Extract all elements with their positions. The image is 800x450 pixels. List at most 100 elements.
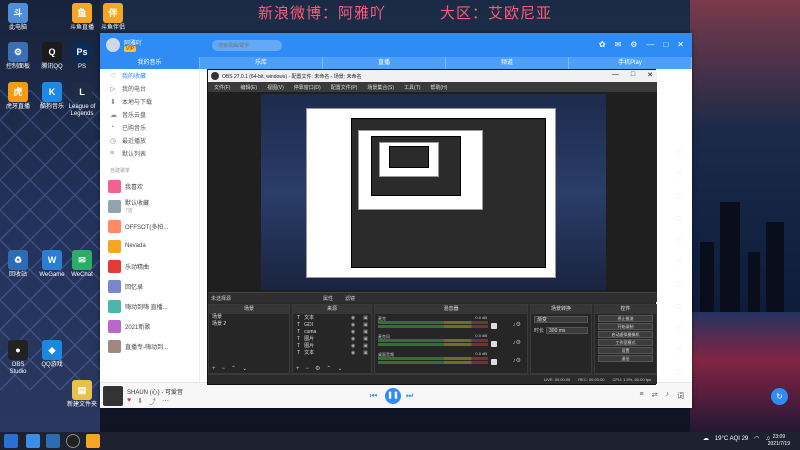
clock[interactable]: 23:09 2021/7/19 <box>768 434 790 448</box>
search-input[interactable] <box>212 40 282 51</box>
player-tool-icon[interactable]: 词 <box>677 391 684 401</box>
sidebar-item[interactable]: ◷ 最近播放 <box>100 134 199 147</box>
obs-menu-item[interactable]: 文件(F) <box>214 84 230 91</box>
preview-frame[interactable] <box>261 94 606 290</box>
next-icon[interactable]: ⏭ <box>406 391 413 401</box>
obs-menu-item[interactable]: 视图(V) <box>267 84 284 91</box>
desktop-icon[interactable]: 斗此电脑 <box>3 3 33 32</box>
playlist-item[interactable]: 乐动精曲 <box>100 256 199 276</box>
playlist-item[interactable]: 嗨动到嗨 直播... <box>100 296 199 316</box>
more-icon[interactable]: ⋯ <box>162 397 169 407</box>
floating-action-button[interactable]: ↻ <box>771 388 788 405</box>
filters-button[interactable]: 滤镜 <box>345 295 355 302</box>
down-icon[interactable]: ⌄ <box>337 365 342 372</box>
pause-button[interactable]: ❚❚ <box>385 388 401 404</box>
start-icon[interactable] <box>4 434 18 448</box>
explorer-icon[interactable] <box>46 434 60 448</box>
close-icon[interactable]: ✕ <box>677 40 684 49</box>
speaker-icon[interactable]: ♪⚙ <box>513 357 521 364</box>
transition-select[interactable]: 渐变 <box>534 316 588 323</box>
down-icon[interactable]: ⌄ <box>242 365 247 372</box>
sidebar-item[interactable]: ☁ 音乐云盘 <box>100 108 199 121</box>
sidebar-item[interactable]: ⬇ 本地与下载 <box>100 95 199 108</box>
weather-text[interactable]: 19°C AQI 29 <box>715 436 748 442</box>
add-icon[interactable]: + <box>212 366 216 372</box>
lock-icon[interactable]: ▣ <box>363 343 368 349</box>
eye-icon[interactable]: ◉ <box>351 336 355 342</box>
sidebar-item[interactable]: ▷ 我的电台 <box>100 82 199 95</box>
obs-taskbar-icon[interactable] <box>66 434 80 448</box>
eye-icon[interactable]: ◉ <box>351 322 355 328</box>
heart-outline-icon[interactable]: ♡ <box>676 171 682 179</box>
desktop-icon[interactable]: ▤ 新建文件夹 <box>67 380 97 409</box>
scene-item[interactable]: 场景 <box>209 314 289 321</box>
player-tool-icon[interactable]: ⇄ <box>652 391 658 401</box>
share-icon[interactable]: ⤴ <box>149 397 156 407</box>
minimize-icon[interactable]: — <box>612 71 619 79</box>
speaker-icon[interactable]: ♪⚙ <box>513 339 521 346</box>
avatar[interactable] <box>106 38 120 52</box>
add-icon[interactable]: + <box>296 366 300 372</box>
source-item[interactable]: T 文本 ◉ ▣ <box>293 314 371 322</box>
heart-outline-icon[interactable]: ♡ <box>676 193 682 201</box>
desktop-icon[interactable]: K 酷狗音乐 <box>37 82 67 111</box>
lock-icon[interactable]: ▣ <box>363 329 368 335</box>
lock-icon[interactable]: ▣ <box>363 350 368 356</box>
previous-icon[interactable]: ⏮ <box>370 391 377 401</box>
desktop-icon[interactable]: Q 腾讯QQ <box>37 42 67 71</box>
playlist-item[interactable]: 我喜欢 <box>100 176 199 196</box>
sidebar-item[interactable]: ◔ 已购音乐 <box>100 121 199 134</box>
minimize-icon[interactable]: — <box>646 40 654 49</box>
obs-menu-item[interactable]: 配置文件(P) <box>331 84 358 91</box>
lock-icon[interactable]: ▣ <box>363 315 368 321</box>
maximize-icon[interactable]: □ <box>663 40 668 49</box>
tab-2[interactable]: 直播 <box>323 57 446 69</box>
heart-outline-icon[interactable]: ♡ <box>676 303 682 311</box>
eye-icon[interactable]: ◉ <box>351 343 355 349</box>
desktop-icon[interactable]: 虎虎牙直播 <box>3 82 33 111</box>
up-icon[interactable]: ⌃ <box>231 365 236 372</box>
tab-1[interactable]: 乐库 <box>200 57 323 69</box>
control-button[interactable]: 启动虚拟摄像机 <box>598 331 653 338</box>
control-button[interactable]: 工作室模式 <box>598 339 653 346</box>
heart-icon[interactable]: ♥ <box>127 397 131 407</box>
skin-icon[interactable]: ✿ <box>599 40 606 49</box>
volume-slider[interactable] <box>491 323 497 329</box>
eye-icon[interactable]: ◉ <box>351 315 355 321</box>
obs-menu-item[interactable]: 帮助(H) <box>430 84 447 91</box>
remove-icon[interactable]: − <box>222 366 226 372</box>
eye-icon[interactable]: ◉ <box>351 350 355 356</box>
obs-menu-item[interactable]: 编辑(E) <box>240 84 257 91</box>
close-icon[interactable]: ✕ <box>647 71 653 79</box>
desktop-icon[interactable]: L League of Legends <box>67 82 97 118</box>
lock-icon[interactable]: ▣ <box>363 336 368 342</box>
desktop-icon[interactable]: ◆ QQ游戏 <box>37 340 67 369</box>
desktop-icon[interactable]: Ps PS <box>67 42 97 71</box>
desktop-icon[interactable]: ✉ WeChat <box>67 250 97 279</box>
weather-icon[interactable]: ☁ <box>703 435 709 442</box>
playlist-item[interactable]: 2021新歌 <box>100 316 199 336</box>
tab-4[interactable]: 手机Play <box>569 57 692 69</box>
volume-slider[interactable] <box>491 341 497 347</box>
source-item[interactable]: T 图片 ◉ ▣ <box>293 335 371 343</box>
heart-outline-icon[interactable]: ♡ <box>676 347 682 355</box>
tab-0[interactable]: 我的音乐 <box>100 57 200 69</box>
message-icon[interactable]: ✉ <box>615 40 622 49</box>
download-icon[interactable]: ⬇ <box>137 397 143 407</box>
playlist-item[interactable]: OFFSOT(多拍... <box>100 216 199 236</box>
playlist-item[interactable]: 直播专-嗨动到... <box>100 336 199 356</box>
desktop-icon[interactable]: 伴斗鱼伴侣 <box>98 3 128 32</box>
tab-3[interactable]: 频道 <box>446 57 569 69</box>
search-icon[interactable] <box>26 434 40 448</box>
sidebar-item[interactable]: ≡ 默认列表 <box>100 147 199 160</box>
playlist-item[interactable]: 默认收藏 7首 <box>100 196 199 216</box>
heart-outline-icon[interactable]: ♡ <box>676 215 682 223</box>
speaker-icon[interactable]: ♪⚙ <box>513 321 521 328</box>
properties-button[interactable]: 属性 <box>323 295 333 302</box>
heart-outline-icon[interactable]: ♡ <box>676 325 682 333</box>
network-icon[interactable]: ◠ <box>754 435 759 442</box>
desktop-icon[interactable]: 鱼斗鱼直播 <box>67 3 97 32</box>
scene-item[interactable]: 场景 2 <box>209 321 289 328</box>
duration-input[interactable]: 300 ms <box>546 327 588 334</box>
heart-outline-icon[interactable]: ♡ <box>676 259 682 267</box>
